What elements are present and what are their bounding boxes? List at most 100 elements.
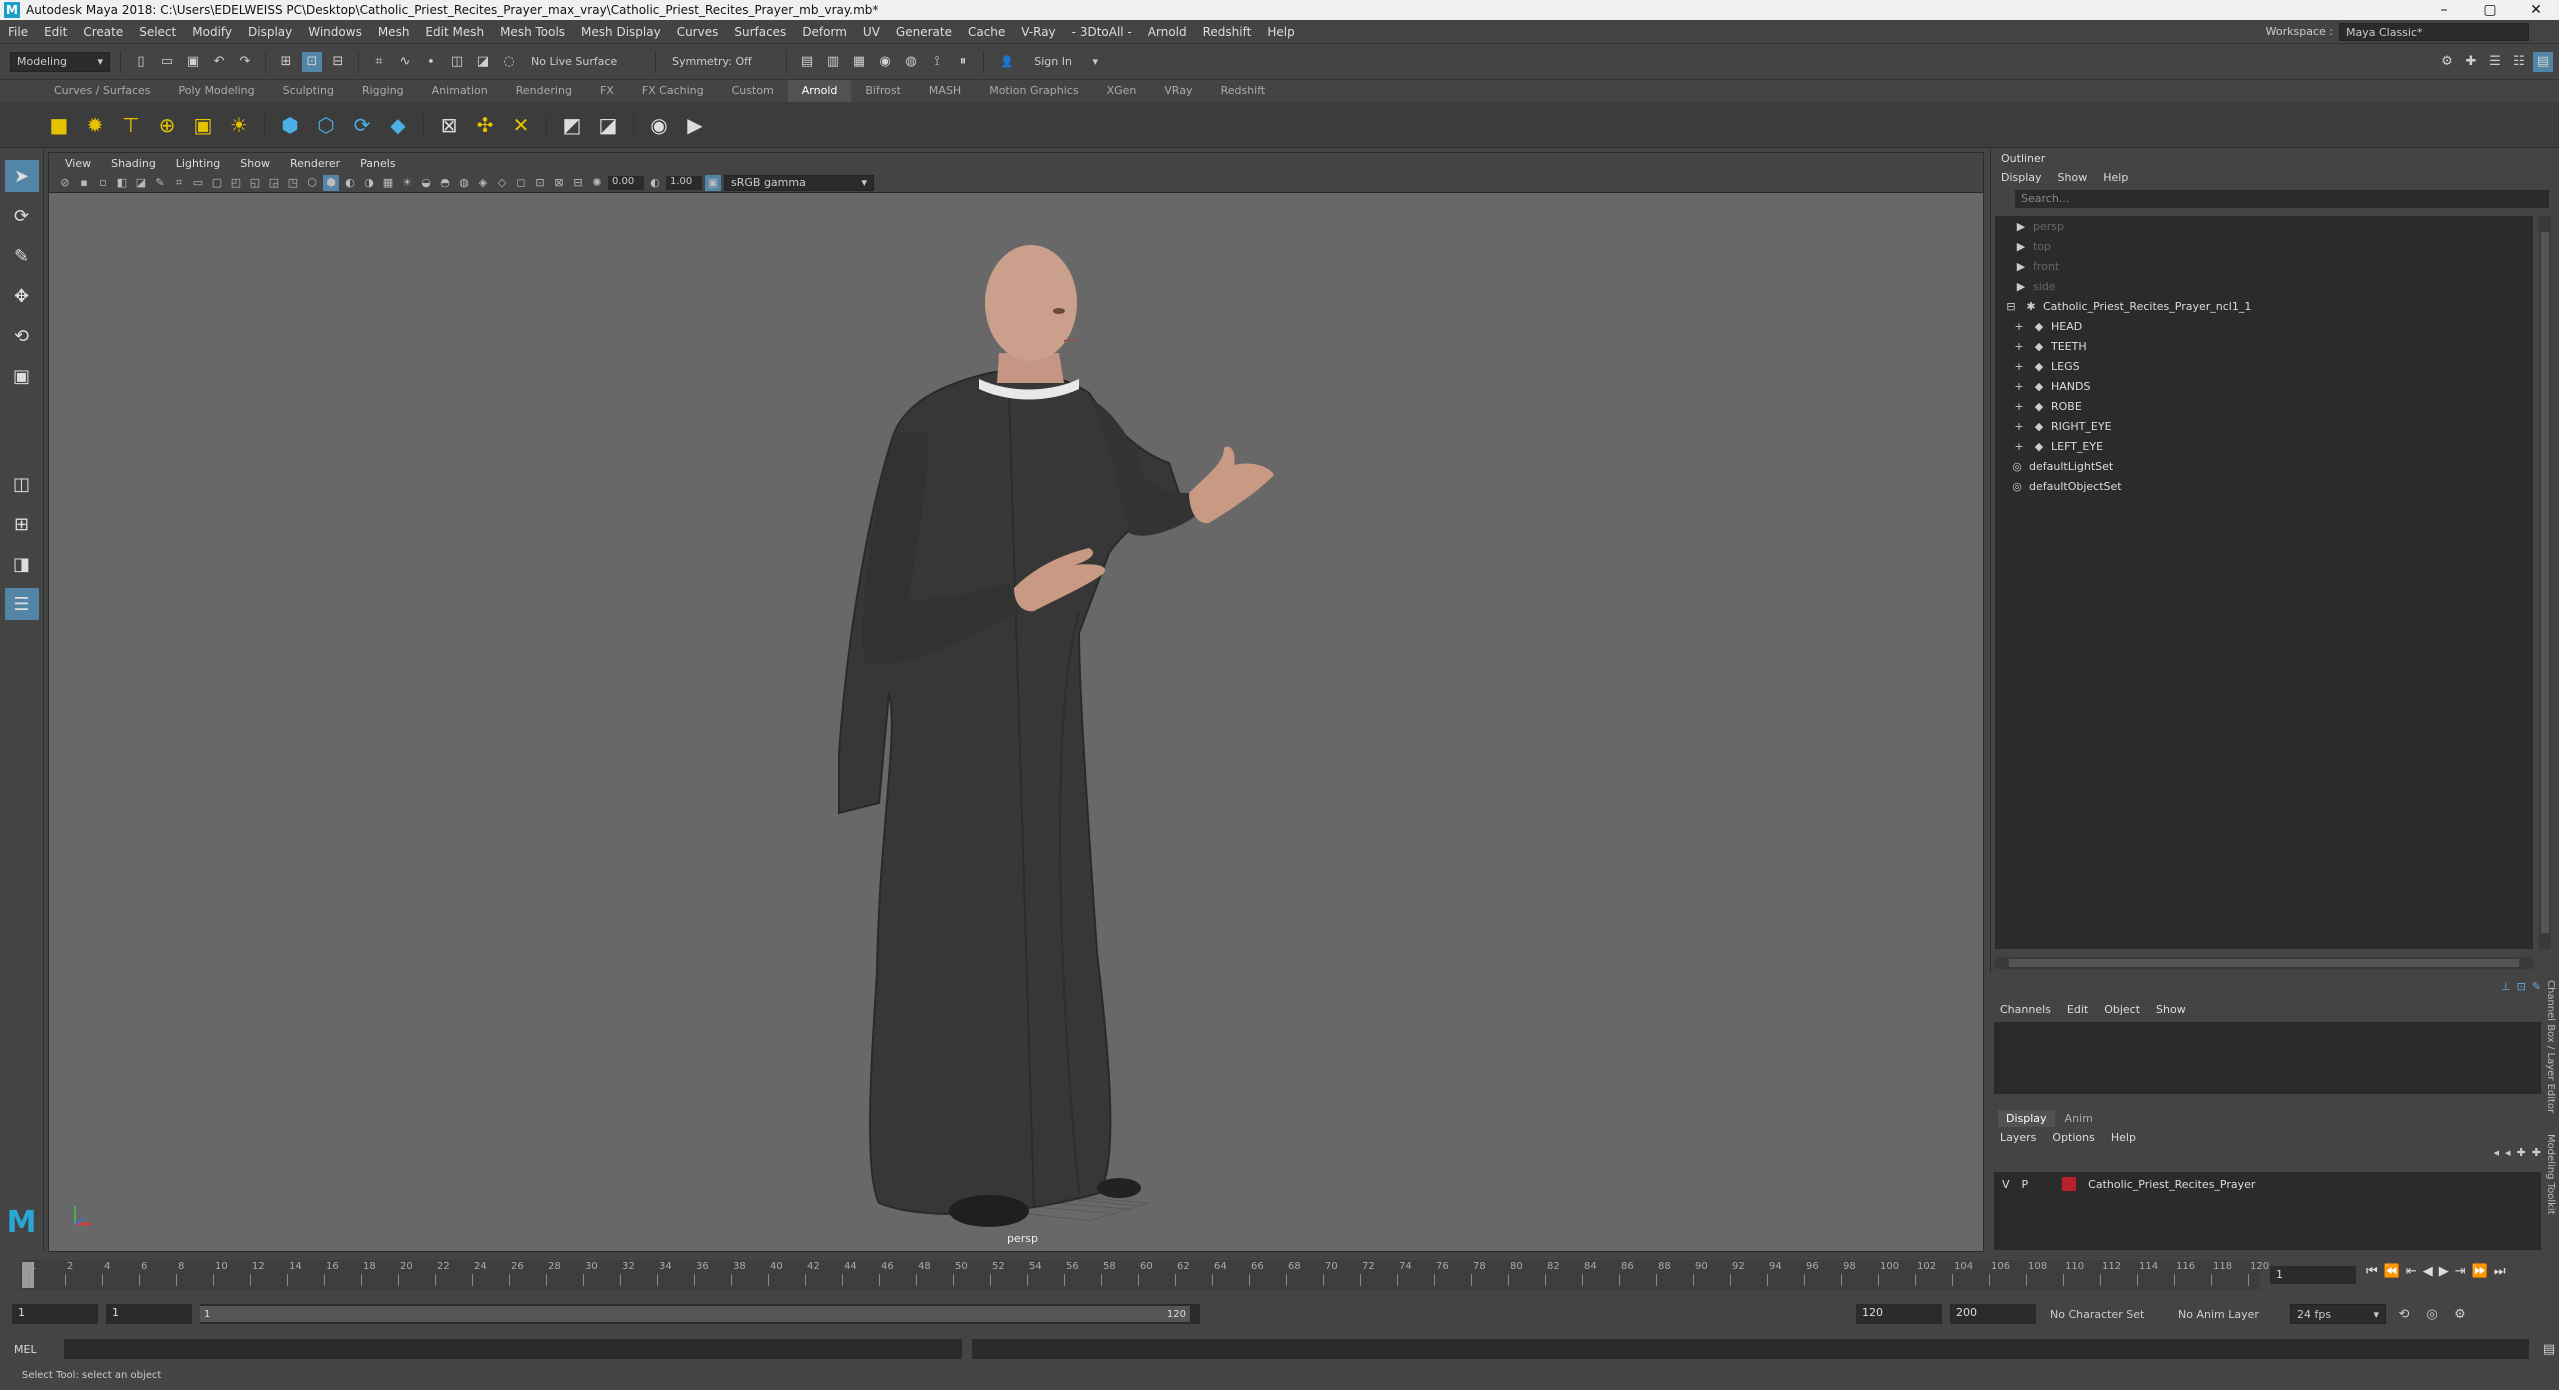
close-button[interactable]: ✕: [2513, 2, 2559, 18]
menu-uv[interactable]: UV: [855, 25, 888, 39]
new-scene-icon[interactable]: ▯: [131, 52, 151, 72]
tx-manager-icon[interactable]: ✣: [470, 110, 500, 140]
current-frame-field[interactable]: 1: [2270, 1266, 2356, 1284]
channel-box-menu-object[interactable]: Object: [2104, 1003, 2140, 1016]
2d-pan-zoom-icon[interactable]: ◪: [133, 175, 149, 191]
menu-generate[interactable]: Generate: [888, 25, 960, 39]
script-editor-icon[interactable]: ▤: [2539, 1339, 2559, 1359]
select-tool-icon[interactable]: ➤: [4, 160, 39, 192]
outliner-menu-display[interactable]: Display: [2001, 171, 2042, 184]
menu-arnold[interactable]: Arnold: [1140, 25, 1195, 39]
scale-tool-icon[interactable]: ▣: [5, 360, 39, 392]
mode-dropdown[interactable]: Modeling ▾: [10, 51, 110, 72]
snap-live-icon[interactable]: ◌: [499, 52, 519, 72]
symmetry-dropdown[interactable]: Symmetry: Off: [666, 52, 776, 72]
menu-file[interactable]: File: [0, 25, 36, 39]
bookmarks-icon[interactable]: ▫: [95, 175, 111, 191]
license-manager-icon[interactable]: ✕: [506, 110, 536, 140]
outliner-item[interactable]: ⊟ ✱ Catholic_Priest_Recites_Prayer_ncl1_1: [1995, 296, 2533, 316]
channel-box-menu-show[interactable]: Show: [2156, 1003, 2186, 1016]
outliner-item[interactable]: ▶ top: [1995, 236, 2533, 256]
layer-editor-menu-layers[interactable]: Layers: [2000, 1131, 2036, 1144]
channel-box-area[interactable]: [1994, 1022, 2541, 1094]
render-settings-icon[interactable]: ▤: [797, 52, 817, 72]
fps-dropdown[interactable]: 24 fps ▾: [2290, 1304, 2386, 1324]
export-ass-icon[interactable]: ◩: [557, 110, 587, 140]
shelf-tab-rigging[interactable]: Rigging: [348, 80, 418, 102]
outliner-item[interactable]: + ◆ ROBE: [1995, 396, 2533, 416]
motion-blur-icon[interactable]: ◍: [456, 175, 472, 191]
modeling-toolkit-side-tab[interactable]: Modeling Toolkit: [2545, 1134, 2556, 1215]
redo-icon[interactable]: ↷: [235, 52, 255, 72]
menu-curves[interactable]: Curves: [669, 25, 727, 39]
color-space-dropdown[interactable]: sRGB gamma ▾: [724, 174, 874, 191]
menu-create[interactable]: Create: [75, 25, 131, 39]
script-type-label[interactable]: MEL: [14, 1343, 54, 1356]
safe-title-icon[interactable]: ◳: [285, 175, 301, 191]
play-render-icon[interactable]: ▶: [680, 110, 710, 140]
range-bar[interactable]: 1 120: [200, 1304, 1200, 1324]
use-all-lights-icon[interactable]: ☀: [399, 175, 415, 191]
move-layer-down-icon[interactable]: ◂: [2505, 1146, 2511, 1166]
menu-modify[interactable]: Modify: [184, 25, 240, 39]
open-scene-icon[interactable]: ▭: [157, 52, 177, 72]
shelf-tab-xgen[interactable]: XGen: [1093, 80, 1151, 102]
menu-windows[interactable]: Windows: [300, 25, 370, 39]
depth-of-field-icon[interactable]: ◇: [494, 175, 510, 191]
menu-help[interactable]: Help: [1259, 25, 1302, 39]
outliner-item[interactable]: ◎ defaultLightSet: [1995, 456, 2533, 476]
gamma-icon[interactable]: ◐: [647, 175, 663, 191]
shelf-tab-rendering[interactable]: Rendering: [502, 80, 586, 102]
shelf-tab-animation[interactable]: Animation: [418, 80, 502, 102]
play-backwards-icon[interactable]: ◀: [2423, 1264, 2433, 1279]
step-forward-key-icon[interactable]: ⇥: [2455, 1264, 2466, 1279]
wireframe-on-shaded-icon[interactable]: ◑: [361, 175, 377, 191]
shelf-tab-sculpting[interactable]: Sculpting: [269, 80, 348, 102]
outliner-vertical-scrollbar[interactable]: [2539, 216, 2551, 949]
viewport-panel[interactable]: View Shading Lighting Show Renderer Panels ⊘ …: [48, 152, 1984, 1252]
go-to-start-icon[interactable]: ⏮: [2366, 1264, 2378, 1279]
shelf-tab-arnold[interactable]: Arnold: [787, 80, 852, 102]
shelf-tab-fx-caching[interactable]: FX Caching: [628, 80, 718, 102]
rotate-tool-icon[interactable]: ⟲: [5, 320, 39, 352]
outliner-menu-help[interactable]: Help: [2103, 171, 2128, 184]
shelf-tab-fx[interactable]: FX: [586, 80, 628, 102]
area-light-icon[interactable]: ■: [44, 110, 74, 140]
time-slider-track[interactable]: 1 2 4 6 8 10 12 14 16 18 20 22 24 26 28 30 32 34 36 38 40 42 4…: [20, 1260, 2269, 1290]
tool-settings-icon[interactable]: ☷: [2509, 52, 2529, 72]
shelf-tab-redshift[interactable]: Redshift: [1207, 80, 1280, 102]
range-thumb[interactable]: 1 120: [200, 1306, 1190, 1322]
menu-mesh-tools[interactable]: Mesh Tools: [492, 25, 573, 39]
viewport-menu-shading[interactable]: Shading: [101, 157, 166, 170]
expand-icon[interactable]: +: [2011, 320, 2027, 333]
pause-render-icon[interactable]: ⏸: [953, 52, 973, 72]
character-controls-icon[interactable]: ✚: [2461, 52, 2481, 72]
expand-icon[interactable]: +: [2011, 380, 2027, 393]
layer-tab-anim[interactable]: Anim: [2057, 1110, 2101, 1127]
layer-color-swatch[interactable]: [2062, 1177, 2077, 1191]
menu-edit-mesh[interactable]: Edit Mesh: [417, 25, 492, 39]
volume-icon[interactable]: ⬡: [311, 110, 341, 140]
outliner-item[interactable]: + ◆ LEFT_EYE: [1995, 436, 2533, 456]
paint-select-tool-icon[interactable]: ✎: [5, 240, 39, 272]
film-gate-icon[interactable]: ▭: [190, 175, 206, 191]
new-layer-icon[interactable]: ✚: [2517, 1146, 2526, 1166]
menu-mesh[interactable]: Mesh: [370, 25, 418, 39]
snap-curve-icon[interactable]: ∿: [395, 52, 415, 72]
shelf-tab-bifrost[interactable]: Bifrost: [851, 80, 915, 102]
outliner-item[interactable]: ▶ persp: [1995, 216, 2533, 236]
menu-v-ray[interactable]: V-Ray: [1013, 25, 1063, 39]
anti-aliasing-icon[interactable]: ◈: [475, 175, 491, 191]
snap-view-icon[interactable]: ◫: [447, 52, 467, 72]
render-icon[interactable]: ◆: [383, 110, 413, 140]
gate-mask-icon[interactable]: ◰: [228, 175, 244, 191]
grid-toggle-icon[interactable]: ⌗: [171, 175, 187, 191]
single-perspective-view-icon[interactable]: ◫: [5, 468, 39, 500]
import-ass-icon[interactable]: ◪: [593, 110, 623, 140]
hypershade-icon[interactable]: ◍: [901, 52, 921, 72]
save-scene-icon[interactable]: ▣: [183, 52, 203, 72]
xray-icon[interactable]: ⊡: [532, 175, 548, 191]
outliner-item[interactable]: ▶ side: [1995, 276, 2533, 296]
shelf-tab-mash[interactable]: MASH: [915, 80, 975, 102]
viewport-menu-show[interactable]: Show: [230, 157, 280, 170]
